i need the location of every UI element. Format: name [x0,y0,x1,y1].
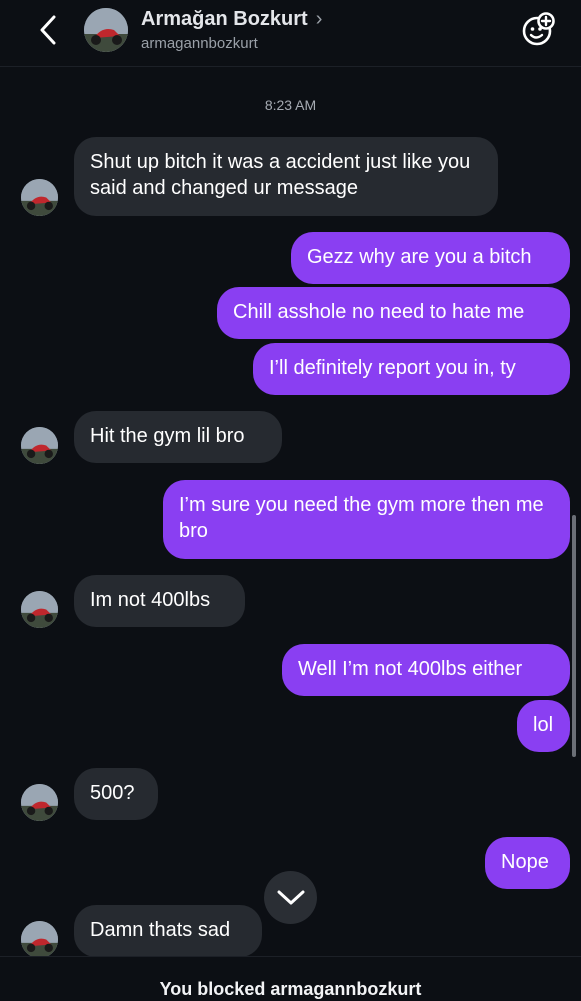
message-outgoing[interactable]: lol [517,700,570,752]
message-incoming[interactable]: Damn thats sad [74,905,262,957]
avatar[interactable] [21,179,58,216]
message-outgoing[interactable]: Nope [485,837,570,889]
message-incoming[interactable]: Shut up bitch it was a accident just lik… [74,137,498,216]
avatar[interactable] [21,591,58,628]
back-button[interactable] [34,12,62,48]
message-outgoing[interactable]: Chill asshole no need to hate me [217,287,570,339]
contact-username: armagannbozkurt [141,35,258,52]
message-outgoing[interactable]: Gezz why are you a bitch [291,232,570,284]
blocked-notice: You blocked armagannbozkurt [159,979,422,999]
avatar[interactable] [21,921,58,958]
message-outgoing[interactable]: Well I’m not 400lbs either [282,644,570,696]
message-incoming[interactable]: Im not 400lbs [74,575,245,627]
message-outgoing[interactable]: I’m sure you need the gym more then me b… [163,480,570,559]
avatar[interactable] [21,784,58,821]
scrollbar[interactable] [572,515,576,757]
chat-header: Armağan Bozkurt › armagannbozkurt [0,0,581,67]
chevron-right-icon: › [315,8,323,30]
contact-name[interactable]: Armağan Bozkurt › [141,8,322,31]
chevron-down-icon [277,890,304,904]
back-chevron-icon [40,15,56,45]
add-effect-icon [522,12,555,46]
message-incoming[interactable]: 500? [74,768,158,820]
scroll-down-button[interactable] [264,871,317,924]
message-outgoing[interactable]: I’ll definitely report you in, ty [253,343,570,395]
add-effect-button[interactable] [520,12,556,48]
message-incoming[interactable]: Hit the gym lil bro [74,411,282,463]
avatar[interactable] [21,427,58,464]
message-timestamp: 8:23 AM [264,97,317,113]
contact-name-text: Armağan Bozkurt [141,8,308,30]
avatar[interactable] [84,8,128,52]
